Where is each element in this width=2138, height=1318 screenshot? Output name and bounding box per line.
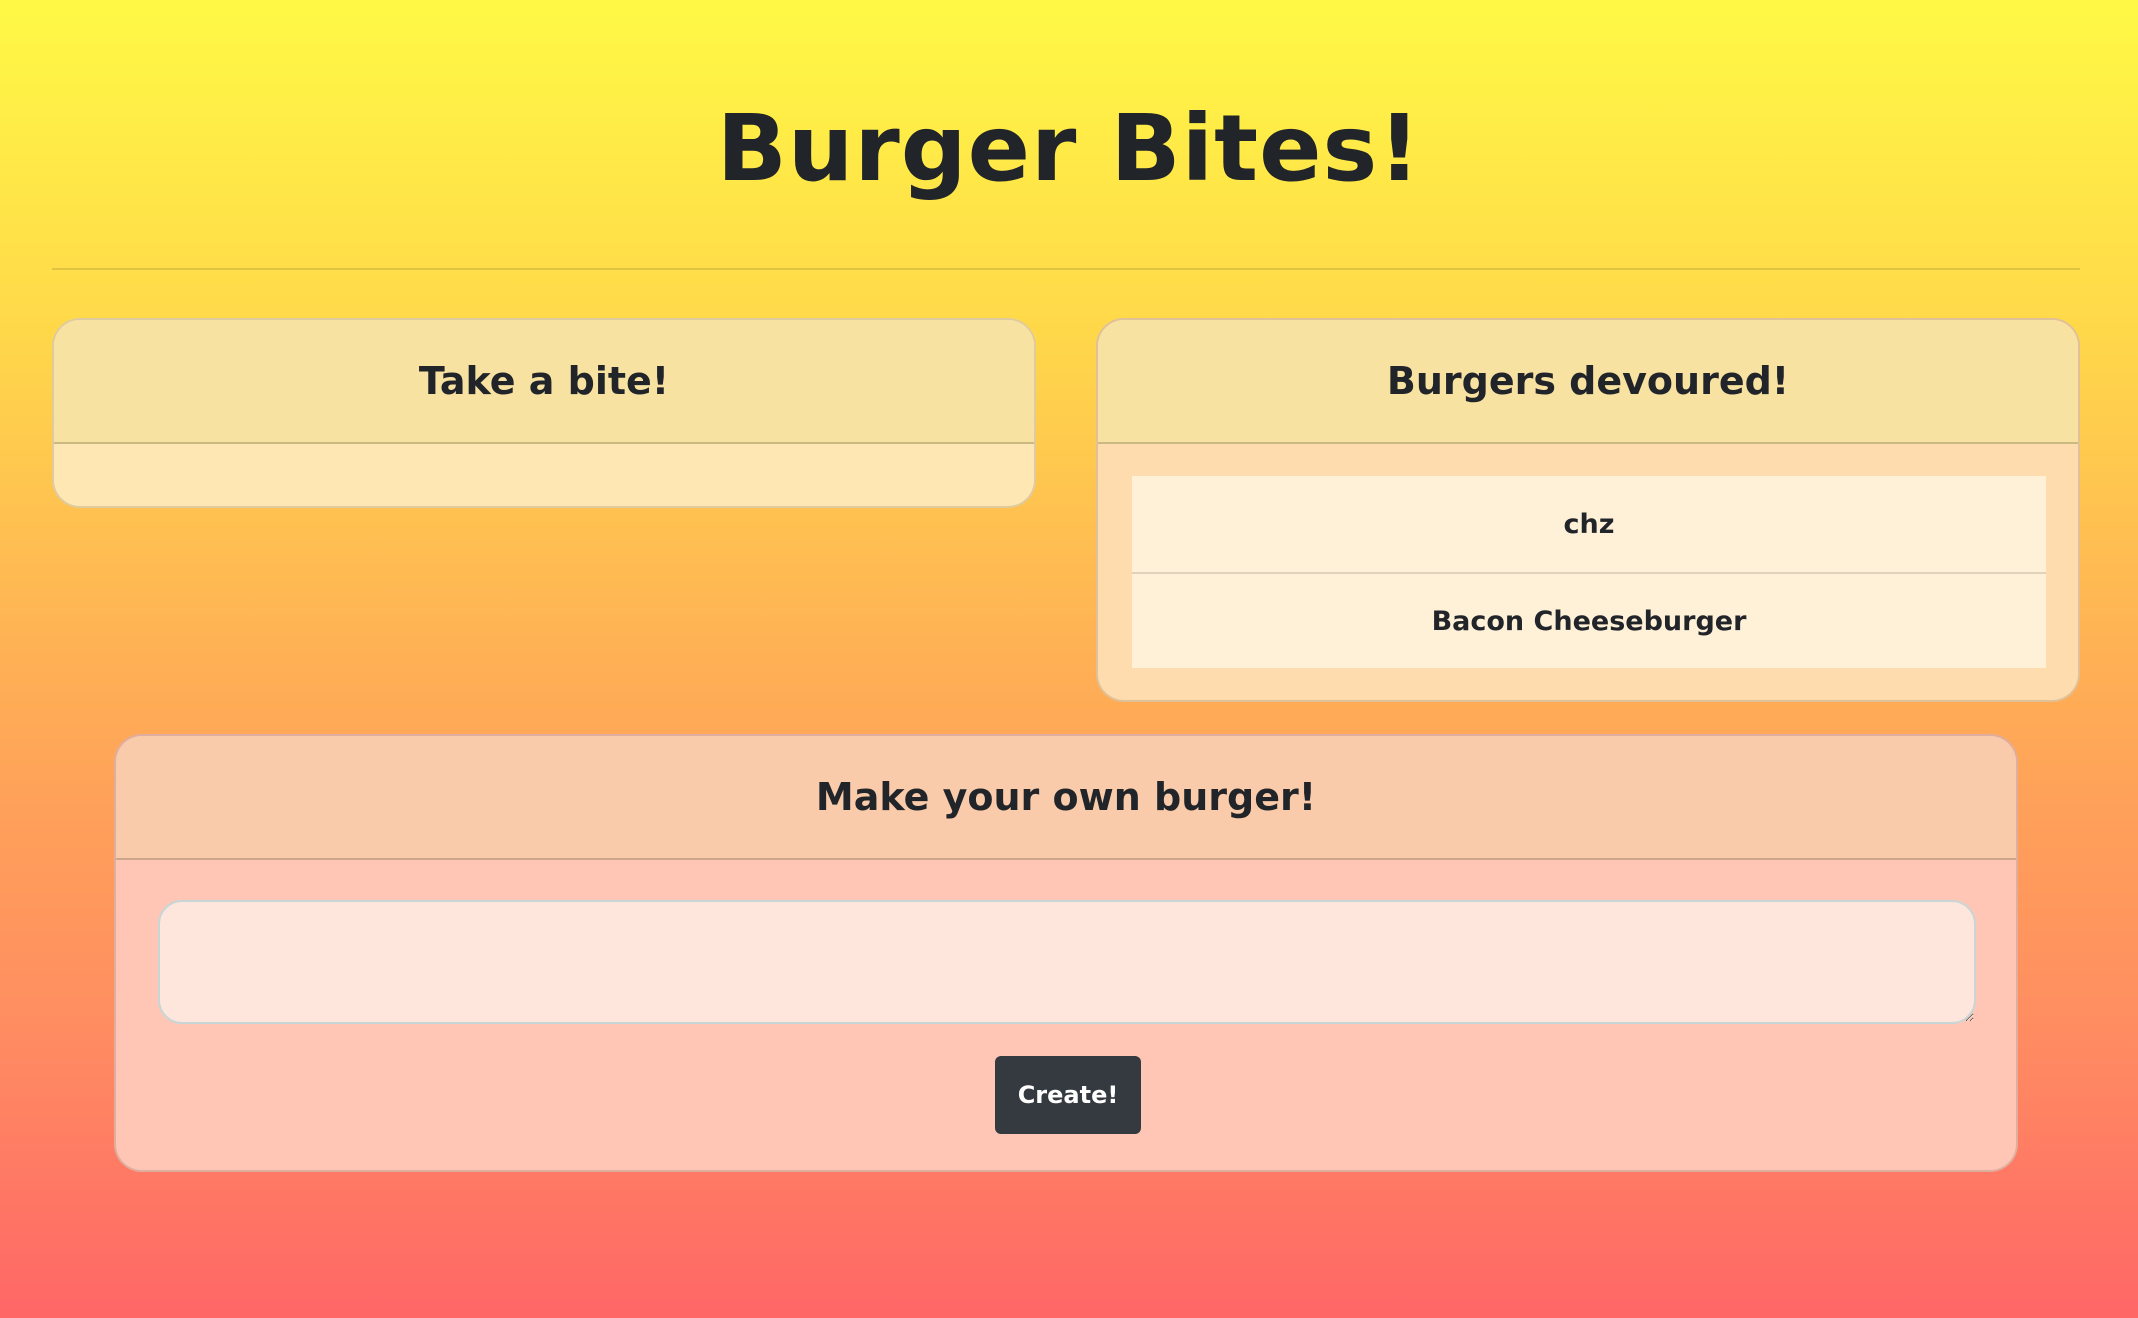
create-button[interactable]: Create! bbox=[995, 1056, 1141, 1134]
header-divider bbox=[52, 268, 2080, 270]
make-burger-heading: Make your own burger! bbox=[116, 736, 2016, 860]
burger-name-input[interactable] bbox=[158, 900, 1976, 1024]
take-a-bite-heading: Take a bite! bbox=[54, 320, 1034, 444]
devoured-list: chz Bacon Cheeseburger bbox=[1132, 476, 2046, 668]
take-a-bite-card: Take a bite! bbox=[52, 318, 1036, 508]
burgers-devoured-heading: Burgers devoured! bbox=[1098, 320, 2078, 444]
make-burger-card: Make your own burger! Create! bbox=[114, 734, 2018, 1172]
list-item: Bacon Cheeseburger bbox=[1132, 572, 2046, 668]
list-item: chz bbox=[1563, 508, 1615, 540]
page-title: Burger Bites! bbox=[716, 95, 1422, 202]
burgers-devoured-card: Burgers devoured! chz Bacon Cheeseburger bbox=[1096, 318, 2080, 702]
